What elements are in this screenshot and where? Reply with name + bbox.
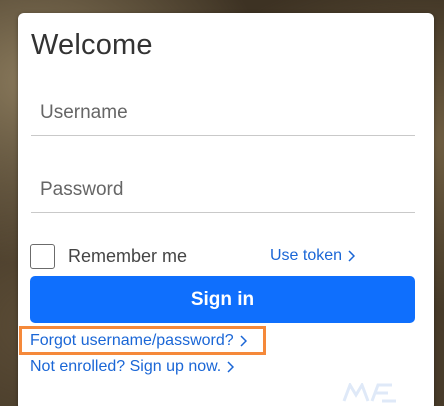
chevron-right-icon xyxy=(240,334,247,347)
page-title: Welcome xyxy=(31,29,153,61)
forgot-link-highlight: Forgot username/password? xyxy=(19,326,266,355)
forgot-credentials-label: Forgot username/password? xyxy=(30,331,234,349)
use-token-link[interactable]: Use token xyxy=(270,247,356,265)
brand-watermark xyxy=(342,381,398,406)
remember-me-option[interactable]: Remember me xyxy=(30,244,187,269)
sign-in-button[interactable]: Sign in xyxy=(30,276,415,323)
chevron-right-icon xyxy=(227,361,235,373)
username-input[interactable] xyxy=(31,90,415,136)
enroll-link[interactable]: Not enrolled? Sign up now. xyxy=(30,358,235,376)
chevron-right-icon xyxy=(348,250,356,262)
forgot-credentials-link[interactable]: Forgot username/password? xyxy=(30,332,247,350)
remember-me-checkbox[interactable] xyxy=(30,244,55,269)
remember-me-label: Remember me xyxy=(68,246,188,266)
login-card: Welcome Remember me Use token Sign in Fo… xyxy=(18,13,434,406)
use-token-label: Use token xyxy=(270,247,343,264)
enroll-label: Not enrolled? Sign up now. xyxy=(30,358,222,375)
password-input[interactable] xyxy=(31,167,415,213)
